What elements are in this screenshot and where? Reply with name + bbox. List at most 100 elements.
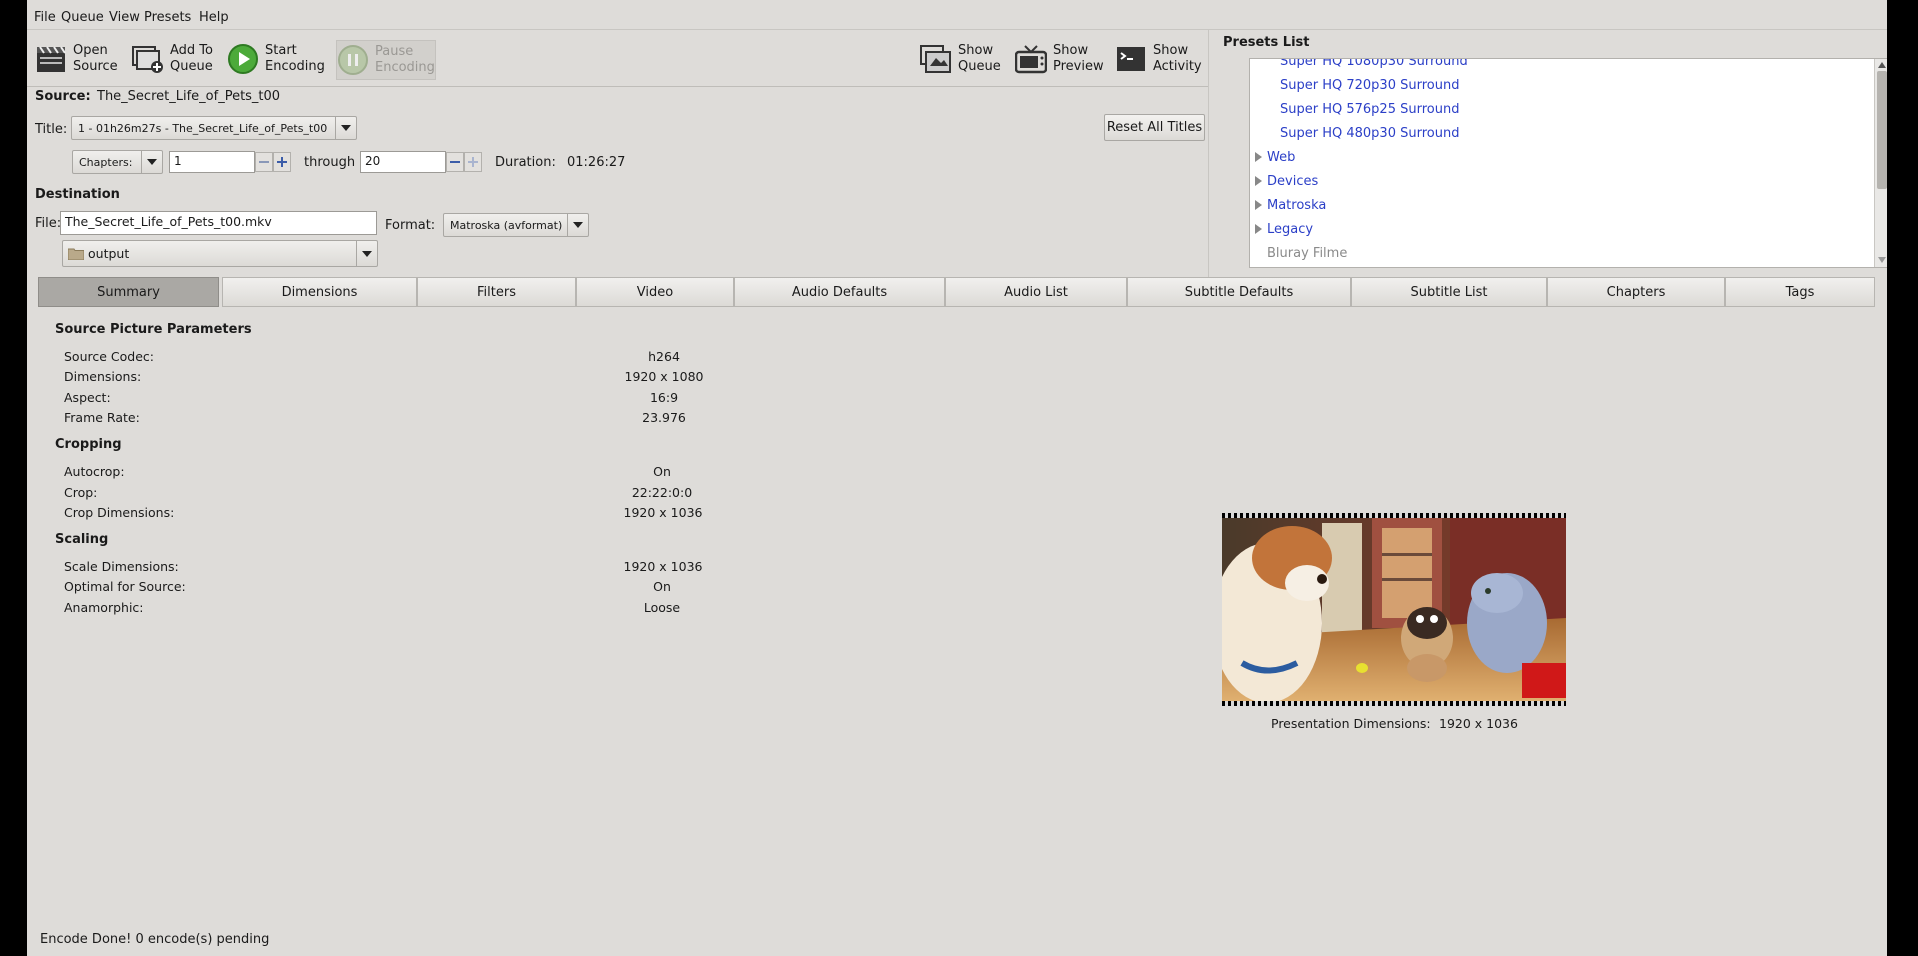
format-label: Format: (385, 218, 436, 233)
toolbar-separator (27, 86, 1208, 87)
source-codec-label: Source Codec: (64, 349, 154, 364)
show-queue-label: Show Queue (958, 43, 1001, 74)
duration-label: Duration: (495, 155, 556, 170)
scale-dimensions-value: 1920 x 1036 (623, 559, 703, 574)
format-select-value: Matroska (avformat) (450, 218, 563, 232)
start-encoding-button[interactable]: Start Encoding (227, 40, 325, 78)
queue-icon (920, 43, 952, 75)
dropdown-arrow-icon (141, 151, 162, 173)
tab-video[interactable]: Video (576, 277, 734, 307)
range-mode-select[interactable]: Chapters: (72, 150, 163, 174)
show-preview-label: Show Preview (1053, 43, 1104, 74)
aspect-label: Aspect: (64, 390, 111, 405)
through-label: through (304, 155, 356, 170)
preset-item[interactable]: Super HQ 480p30 Surround (1280, 126, 1459, 141)
preset-group-devices[interactable]: Devices (1267, 174, 1318, 189)
pause-encoding-button[interactable]: Pause Encoding (336, 40, 436, 80)
preset-group-legacy[interactable]: Legacy (1267, 222, 1313, 237)
start-encoding-label: Start Encoding (265, 43, 325, 74)
aspect-value: 16:9 (649, 390, 679, 405)
expander-icon[interactable] (1255, 200, 1262, 210)
folder-icon (67, 247, 85, 263)
preset-item-custom[interactable]: Bluray Filme (1267, 246, 1347, 261)
tab-tags[interactable]: Tags (1725, 277, 1875, 307)
preset-group-web[interactable]: Web (1267, 150, 1295, 165)
optimal-value: On (653, 579, 671, 594)
source-name: The_Secret_Life_of_Pets_t00 (97, 89, 281, 104)
title-label: Title: (35, 122, 68, 137)
expander-icon[interactable] (1255, 176, 1262, 186)
cropping-title: Cropping (55, 437, 122, 452)
chapter-start-decrement[interactable] (255, 152, 273, 172)
scroll-thumb[interactable] (1877, 71, 1887, 189)
tab-subtitle-list[interactable]: Subtitle List (1351, 277, 1547, 307)
pause-encoding-label: Pause Encoding (375, 44, 435, 75)
chapter-end-decrement[interactable] (446, 152, 464, 172)
scroll-up-icon[interactable] (1878, 62, 1886, 68)
scroll-down-icon[interactable] (1878, 257, 1886, 263)
anamorphic-label: Anamorphic: (64, 600, 144, 615)
status-bar: Encode Done! 0 encode(s) pending (40, 932, 270, 947)
expander-icon[interactable] (1255, 152, 1262, 162)
source-label: Source: (35, 89, 91, 104)
open-source-button[interactable]: Open Source (35, 40, 118, 78)
menu-file[interactable]: File (34, 10, 56, 25)
play-icon (227, 43, 259, 75)
dropdown-arrow-icon (356, 241, 377, 266)
dimensions-label: Dimensions: (64, 369, 142, 384)
chapter-start-increment[interactable] (273, 152, 291, 172)
expander-icon[interactable] (1255, 224, 1262, 234)
show-queue-button[interactable]: Show Queue (920, 40, 1001, 78)
pause-icon (337, 44, 369, 76)
preset-item[interactable]: Super HQ 720p30 Surround (1280, 78, 1459, 93)
reset-all-titles-button[interactable]: Reset All Titles (1104, 114, 1205, 141)
menu-presets[interactable]: Presets (144, 10, 191, 25)
tab-filters[interactable]: Filters (417, 277, 576, 307)
menu-view[interactable]: View (109, 10, 140, 25)
duration-value: 01:26:27 (567, 155, 626, 170)
tab-dimensions[interactable]: Dimensions (222, 277, 417, 307)
presentation-dimensions-value: 1920 x 1036 (1439, 716, 1518, 731)
format-select[interactable]: Matroska (avformat) (443, 213, 589, 237)
chapter-start-input[interactable]: 1 (169, 151, 255, 173)
file-label: File: (35, 216, 62, 231)
preset-group-matroska[interactable]: Matroska (1267, 198, 1326, 213)
film-perforation-top (1222, 513, 1566, 518)
crop-dimensions-value: 1920 x 1036 (623, 505, 703, 520)
preview-thumbnail[interactable] (1222, 513, 1566, 706)
chapter-end-increment[interactable] (464, 152, 482, 172)
dimensions-value: 1920 x 1080 (624, 369, 704, 384)
crop-value: 22:22:0:0 (631, 485, 693, 500)
menu-help[interactable]: Help (199, 10, 229, 25)
presets-scrollbar[interactable] (1874, 59, 1887, 267)
presentation-dimensions-label: Presentation Dimensions: (1271, 716, 1431, 731)
tab-audio-defaults[interactable]: Audio Defaults (734, 277, 945, 307)
autocrop-label: Autocrop: (64, 464, 125, 479)
autocrop-value: On (653, 464, 671, 479)
anamorphic-value: Loose (643, 600, 681, 615)
preset-item[interactable]: Super HQ 1080p30 Surround (1280, 59, 1468, 69)
destination-heading: Destination (35, 187, 120, 202)
show-preview-button[interactable]: Show Preview (1015, 40, 1104, 78)
preview-image (1222, 518, 1566, 703)
dropdown-arrow-icon (567, 214, 588, 236)
source-codec-value: h264 (648, 349, 680, 364)
add-to-queue-button[interactable]: Add To Queue (132, 40, 213, 78)
panel-divider (1208, 30, 1209, 280)
scale-dimensions-label: Scale Dimensions: (64, 559, 179, 574)
optimal-label: Optimal for Source: (64, 579, 186, 594)
destination-folder-select[interactable]: output (62, 240, 378, 267)
tab-audio-list[interactable]: Audio List (945, 277, 1127, 307)
open-source-label: Open Source (73, 43, 118, 74)
tab-subtitle-defaults[interactable]: Subtitle Defaults (1127, 277, 1351, 307)
tab-summary[interactable]: Summary (38, 277, 219, 307)
title-select[interactable]: 1 - 01h26m27s - The_Secret_Life_of_Pets_… (71, 116, 357, 140)
preset-item[interactable]: Super HQ 576p25 Surround (1280, 102, 1459, 117)
show-activity-button[interactable]: Show Activity (1115, 40, 1202, 78)
handbrake-window: File Queue View Presets Help Open Source… (27, 0, 1887, 956)
menu-queue[interactable]: Queue (61, 10, 104, 25)
chapter-end-input[interactable]: 20 (360, 151, 446, 173)
clapperboard-icon (35, 43, 67, 75)
file-name-input[interactable]: The_Secret_Life_of_Pets_t00.mkv (60, 211, 377, 235)
tab-chapters[interactable]: Chapters (1547, 277, 1725, 307)
